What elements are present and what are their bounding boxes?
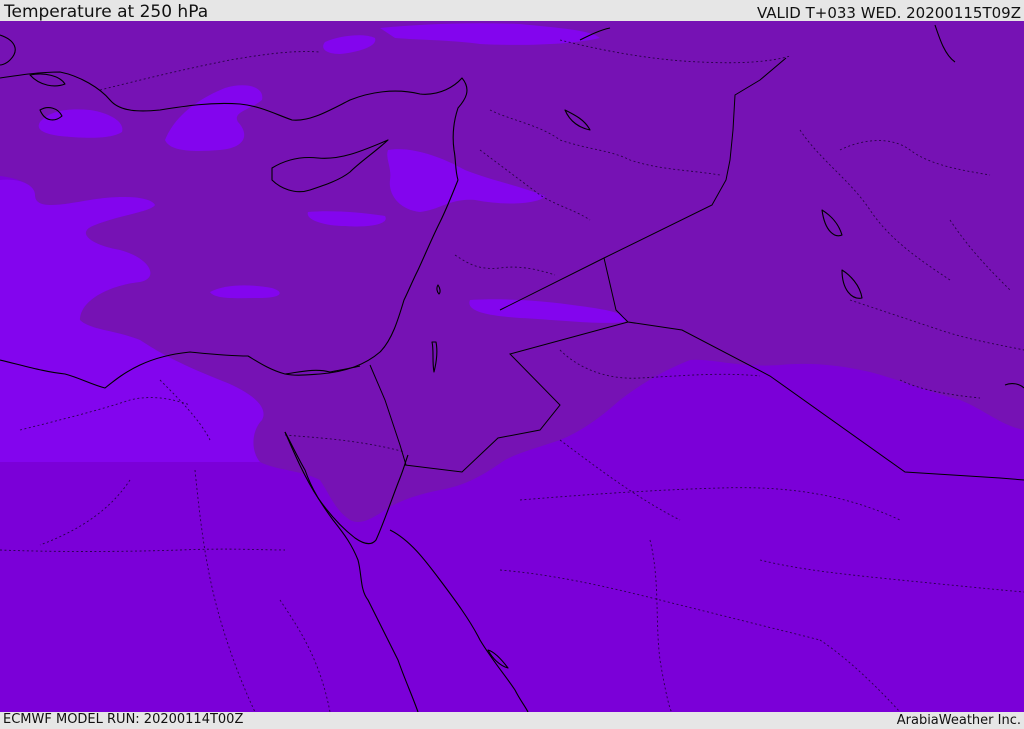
model-run-label: ECMWF MODEL RUN: 20200114T00Z: [3, 712, 244, 727]
credit-label: ArabiaWeather Inc.: [896, 713, 1021, 728]
header-bar: Temperature at 250 hPa VALID T+033 WED. …: [0, 0, 1024, 22]
map-title: Temperature at 250 hPa: [4, 2, 209, 22]
map-canvas: [0, 21, 1024, 712]
valid-time: VALID T+033 WED. 20200115T09Z: [756, 4, 1021, 22]
weather-map-page: Temperature at 250 hPa VALID T+033 WED. …: [0, 0, 1024, 729]
temperature-map: [0, 21, 1024, 712]
footer-bar: ECMWF MODEL RUN: 20200114T00Z ArabiaWeat…: [0, 712, 1024, 729]
